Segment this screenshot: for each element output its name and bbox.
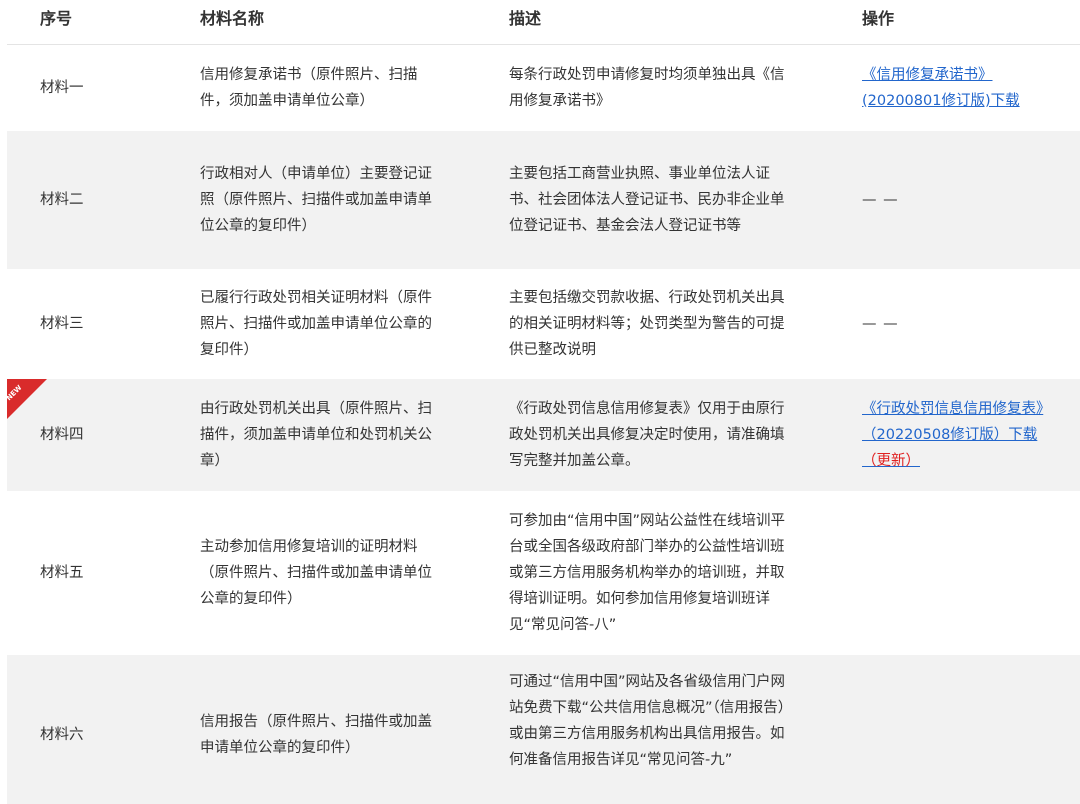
row-no: 材料二 bbox=[40, 192, 84, 208]
new-badge: NEW bbox=[7, 379, 47, 419]
row-name: 信用修复承诺书（原件照片、扫描件，须加盖申请单位公章） bbox=[200, 67, 418, 109]
header-desc: 描述 bbox=[509, 9, 542, 28]
row-name: 主动参加信用修复培训的证明材料（原件照片、扫描件或加盖申请单位公章的复印件） bbox=[200, 539, 432, 607]
row-desc: 主要包括工商营业执照、事业单位法人证书、社会团体法人登记证书、民办非企业单位登记… bbox=[509, 166, 785, 234]
table-row: 材料三 已履行行政处罚相关证明材料（原件照片、扫描件或加盖申请单位公章的复印件）… bbox=[7, 269, 1080, 379]
row-no: 材料五 bbox=[40, 565, 84, 581]
download-promise-letter-link[interactable]: 《信用修复承诺书》(20200801修订版)下载 bbox=[862, 67, 1020, 109]
download-repair-form-label: 《行政处罚信息信用修复表》（20220508修订版）下载 bbox=[862, 401, 1044, 443]
table-row: 材料六 信用报告（原件照片、扫描件或加盖申请单位公章的复印件） 可通过“信用中国… bbox=[7, 655, 1080, 804]
table-header: 序号 材料名称 描述 操作 bbox=[7, 0, 1080, 45]
header-name: 材料名称 bbox=[200, 9, 265, 28]
row-name: 行政相对人（申请单位）主要登记证照（原件照片、扫描件或加盖申请单位公章的复印件） bbox=[200, 166, 432, 234]
row-action-dash: — — bbox=[862, 192, 899, 208]
materials-table: 序号 材料名称 描述 操作 材料一 信用修复承诺书（原件照片、扫描件，须加盖申请… bbox=[7, 0, 1080, 804]
row-desc: 每条行政处罚申请修复时均须单独出具《信用修复承诺书》 bbox=[509, 67, 785, 109]
row-no: 材料六 bbox=[40, 727, 84, 743]
row-desc: 主要包括缴交罚款收据、行政处罚机关出具的相关证明材料等；处罚类型为警告的可提供已… bbox=[509, 290, 785, 358]
row-desc: 可通过“信用中国”网站及各省级信用门户网站免费下载“公共信用信息概况”（信用报告… bbox=[509, 674, 786, 768]
table-row: 材料五 主动参加信用修复培训的证明材料（原件照片、扫描件或加盖申请单位公章的复印… bbox=[7, 491, 1080, 655]
row-action: 《行政处罚信息信用修复表》（20220508修订版）下载 （更新） bbox=[830, 396, 1080, 474]
row-desc: 《行政处罚信息信用修复表》仅用于由原行政处罚机关出具修复决定时使用，请准确填写完… bbox=[509, 401, 785, 469]
row-action: — — bbox=[830, 187, 1080, 213]
header-action: 操作 bbox=[862, 9, 895, 28]
row-no: 材料三 bbox=[40, 316, 84, 332]
download-repair-form-link[interactable]: 《行政处罚信息信用修复表》（20220508修订版）下载 （更新） bbox=[862, 401, 1043, 469]
row-action: 《信用修复承诺书》(20200801修订版)下载 bbox=[830, 62, 1080, 114]
table-row: NEW 材料四 由行政处罚机关出具（原件照片、扫描件，须加盖申请单位和处罚机关公… bbox=[7, 379, 1080, 491]
row-no: 材料四 bbox=[40, 427, 84, 443]
table-row: 材料一 信用修复承诺书（原件照片、扫描件，须加盖申请单位公章） 每条行政处罚申请… bbox=[7, 45, 1080, 131]
header-no: 序号 bbox=[40, 9, 73, 28]
row-desc: 可参加由“信用中国”网站公益性在线培训平台或全国各级政府部门举办的公益性培训班或… bbox=[509, 513, 786, 633]
row-name: 已履行行政处罚相关证明材料（原件照片、扫描件或加盖申请单位公章的复印件） bbox=[200, 290, 432, 358]
row-name: 信用报告（原件照片、扫描件或加盖申请单位公章的复印件） bbox=[200, 714, 432, 756]
row-no: 材料一 bbox=[40, 80, 84, 96]
updated-tag: （更新） bbox=[862, 453, 920, 469]
row-action-dash: — — bbox=[862, 316, 899, 332]
table-row: 材料二 行政相对人（申请单位）主要登记证照（原件照片、扫描件或加盖申请单位公章的… bbox=[7, 131, 1080, 269]
row-action: — — bbox=[830, 311, 1080, 337]
row-name: 由行政处罚机关出具（原件照片、扫描件，须加盖申请单位和处罚机关公章） bbox=[200, 401, 432, 469]
